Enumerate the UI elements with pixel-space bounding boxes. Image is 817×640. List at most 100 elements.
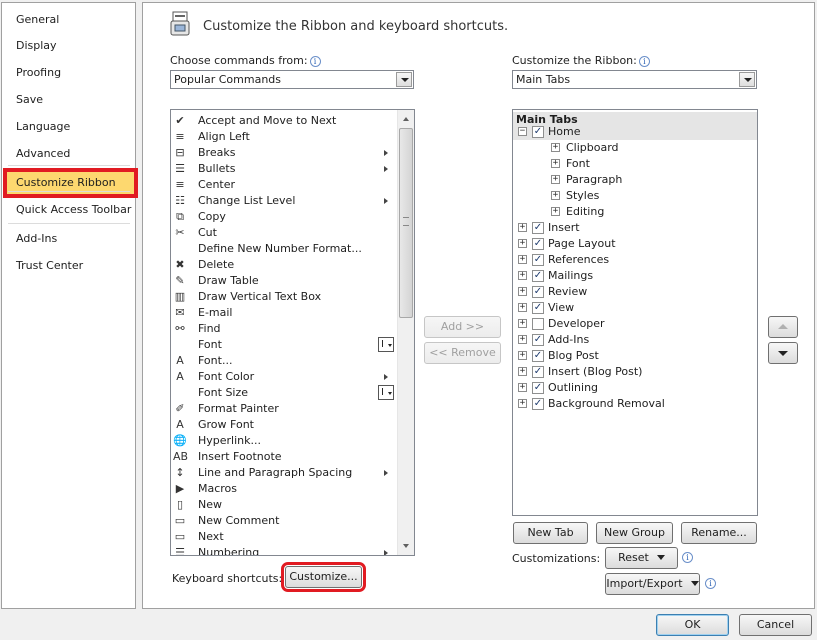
command-item[interactable]: ✉ E-mail — [171, 305, 397, 321]
new-group-button[interactable]: New Group — [596, 522, 673, 544]
command-item[interactable]: A Grow Font — [171, 417, 397, 433]
nav-item-general[interactable]: General — [2, 7, 135, 33]
cancel-button[interactable]: Cancel — [739, 614, 812, 636]
tab-checkbox[interactable]: ✓ — [532, 126, 544, 138]
command-item[interactable]: ✎ Draw Table — [171, 273, 397, 289]
expand-icon[interactable]: + — [518, 335, 527, 344]
tab-checkbox[interactable]: ✓ — [532, 382, 544, 394]
expand-icon[interactable]: + — [518, 255, 527, 264]
expand-icon[interactable]: + — [518, 239, 527, 248]
command-item[interactable]: A Font... — [171, 353, 397, 369]
command-item[interactable]: ✖ Delete — [171, 257, 397, 273]
command-item[interactable]: A Font Color — [171, 369, 397, 385]
tree-group-font[interactable]: + Font — [513, 156, 757, 172]
customize-ribbon-combo[interactable]: Main Tabs — [512, 70, 757, 89]
expand-icon[interactable]: + — [551, 207, 560, 216]
command-item[interactable]: Define New Number Format... — [171, 241, 397, 257]
commands-scrollbar[interactable] — [397, 110, 414, 555]
command-item[interactable]: ▯ New — [171, 497, 397, 513]
remove-button[interactable]: << Remove — [424, 342, 501, 364]
ok-button[interactable]: OK — [656, 614, 729, 636]
expand-icon[interactable]: + — [551, 143, 560, 152]
tree-item-page-layout[interactable]: + ✓ Page Layout — [513, 236, 757, 252]
command-item[interactable]: ⧉ Copy — [171, 209, 397, 225]
expand-icon[interactable]: + — [518, 399, 527, 408]
tree-item-background-removal[interactable]: + ✓ Background Removal — [513, 396, 757, 412]
tree-group-paragraph[interactable]: + Paragraph — [513, 172, 757, 188]
tab-checkbox[interactable]: ✓ — [532, 270, 544, 282]
add-button[interactable]: Add >> — [424, 316, 501, 338]
scroll-up-icon[interactable] — [398, 110, 414, 127]
expand-icon[interactable]: + — [518, 351, 527, 360]
tree-item-insert[interactable]: + ✓ Insert — [513, 220, 757, 236]
chevron-down-icon[interactable] — [396, 72, 412, 87]
tab-checkbox[interactable]: ✓ — [532, 286, 544, 298]
nav-item-save[interactable]: Save — [2, 87, 135, 113]
command-item[interactable]: ≡ Align Left — [171, 129, 397, 145]
command-item[interactable]: ≡ Center — [171, 177, 397, 193]
command-item[interactable]: ☰ Bullets — [171, 161, 397, 177]
tree-item-add-ins[interactable]: + ✓ Add-Ins — [513, 332, 757, 348]
nav-item-trust-center[interactable]: Trust Center — [2, 253, 135, 279]
tab-checkbox[interactable]: ✓ — [532, 302, 544, 314]
tree-item-insert-blog-post-[interactable]: + ✓ Insert (Blog Post) — [513, 364, 757, 380]
tree-item-view[interactable]: + ✓ View — [513, 300, 757, 316]
command-item[interactable]: ✐ Format Painter — [171, 401, 397, 417]
expand-icon[interactable]: + — [551, 191, 560, 200]
expand-icon[interactable]: + — [518, 271, 527, 280]
ribbon-tree[interactable]: Main Tabs − ✓ Home + Clipboard + Font + Paragraph… — [512, 109, 758, 516]
expand-icon[interactable]: + — [518, 223, 527, 232]
nav-item-advanced[interactable]: Advanced — [2, 141, 135, 167]
expand-icon[interactable]: + — [518, 287, 527, 296]
move-up-button[interactable] — [768, 316, 798, 338]
expand-icon[interactable]: + — [518, 319, 527, 328]
tree-item-mailings[interactable]: + ✓ Mailings — [513, 268, 757, 284]
expand-icon[interactable]: + — [551, 175, 560, 184]
tab-checkbox[interactable]: ✓ — [532, 254, 544, 266]
tree-item-review[interactable]: + ✓ Review — [513, 284, 757, 300]
expand-icon[interactable]: + — [518, 367, 527, 376]
nav-item-add-ins[interactable]: Add-Ins — [2, 226, 135, 252]
collapse-icon[interactable]: − — [518, 127, 527, 136]
tree-item-references[interactable]: + ✓ References — [513, 252, 757, 268]
tab-checkbox[interactable] — [532, 318, 544, 330]
customize-keyboard-button[interactable]: Customize... — [281, 562, 366, 592]
command-item[interactable]: ✂ Cut — [171, 225, 397, 241]
tree-item-home[interactable]: − ✓ Home — [513, 124, 757, 140]
command-item[interactable]: ↕ Line and Paragraph Spacing — [171, 465, 397, 481]
tab-checkbox[interactable]: ✓ — [532, 350, 544, 362]
move-down-button[interactable] — [768, 342, 798, 364]
nav-item-quick-access-toolbar[interactable]: Quick Access Toolbar — [2, 197, 135, 223]
command-item[interactable]: ▶ Macros — [171, 481, 397, 497]
nav-item-language[interactable]: Language — [2, 114, 135, 140]
import-export-button[interactable]: Import/Export — [605, 573, 700, 595]
command-item[interactable]: ☰ Numbering — [171, 545, 397, 555]
reset-button[interactable]: Reset — [605, 547, 678, 569]
commands-list[interactable]: ☰ Numbering ▭ Next ▭ New Comment ▯ New ▶ Macros ↕ L… — [170, 109, 415, 556]
tab-checkbox[interactable]: ✓ — [532, 366, 544, 378]
command-item[interactable]: ⊟ Breaks — [171, 145, 397, 161]
command-item[interactable]: ⚯ Find — [171, 321, 397, 337]
tab-checkbox[interactable]: ✓ — [532, 238, 544, 250]
rename-button[interactable]: Rename... — [681, 522, 757, 544]
tree-item-outlining[interactable]: + ✓ Outlining — [513, 380, 757, 396]
command-item[interactable]: ✔ Accept and Move to Next — [171, 113, 397, 129]
tab-checkbox[interactable]: ✓ — [532, 398, 544, 410]
command-item[interactable]: Font Size I — [171, 385, 397, 401]
expand-icon[interactable]: + — [518, 303, 527, 312]
choose-commands-combo[interactable]: Popular Commands — [170, 70, 414, 89]
nav-item-display[interactable]: Display — [2, 33, 135, 59]
command-item[interactable]: ▥ Draw Vertical Text Box — [171, 289, 397, 305]
scroll-down-icon[interactable] — [398, 538, 414, 555]
scroll-thumb[interactable] — [399, 128, 413, 318]
nav-item-proofing[interactable]: Proofing — [2, 60, 135, 86]
tree-item-blog-post[interactable]: + ✓ Blog Post — [513, 348, 757, 364]
chevron-down-icon[interactable] — [739, 72, 755, 87]
tree-group-clipboard[interactable]: + Clipboard — [513, 140, 757, 156]
new-tab-button[interactable]: New Tab — [513, 522, 588, 544]
expand-icon[interactable]: + — [551, 159, 560, 168]
tab-checkbox[interactable]: ✓ — [532, 334, 544, 346]
nav-item-customize-ribbon[interactable]: Customize Ribbon — [3, 168, 138, 198]
command-item[interactable]: AB Insert Footnote — [171, 449, 397, 465]
tab-checkbox[interactable]: ✓ — [532, 222, 544, 234]
